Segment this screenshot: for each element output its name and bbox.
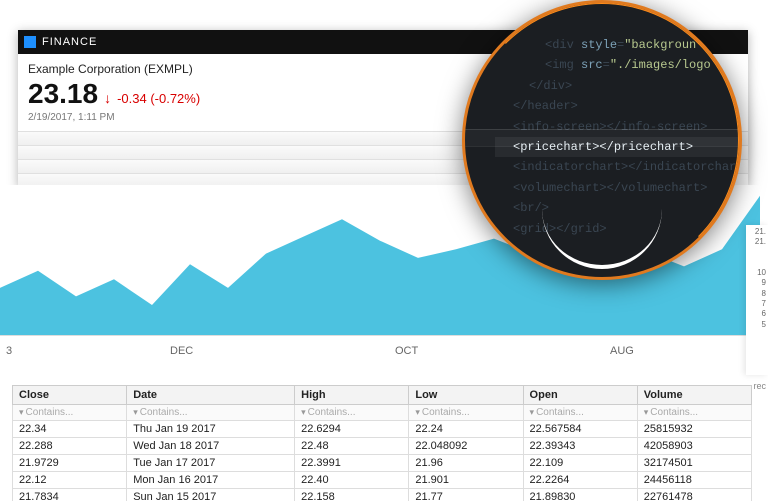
cell-volume: 25815932	[637, 421, 751, 438]
table-row[interactable]: 21.7834Sun Jan 15 201722.15821.7721.8983…	[13, 489, 752, 501]
filter-input[interactable]: ▾Contains...	[13, 405, 127, 421]
cell-volume: 42058903	[637, 438, 751, 455]
col-close[interactable]: Close	[13, 386, 127, 405]
table-row[interactable]: 22.288Wed Jan 18 201722.4822.04809222.39…	[13, 438, 752, 455]
cell-close: 22.34	[13, 421, 127, 438]
cell-close: 22.12	[13, 472, 127, 489]
cell-date: Wed Jan 18 2017	[127, 438, 295, 455]
magnifier-arc-icon	[542, 209, 662, 269]
funnel-icon: ▾	[644, 407, 649, 417]
price-arrow-down-icon: ↓	[104, 90, 111, 106]
table-row[interactable]: 21.9729Tue Jan 17 201722.399121.9622.109…	[13, 455, 752, 472]
right-axis-stub: 21. 21. 10 9 8 7 6 5 rec	[746, 225, 768, 375]
cell-low: 22.24	[409, 421, 523, 438]
price-grid[interactable]: Close Date High Low Open Volume ▾Contain…	[12, 385, 752, 501]
cell-open: 22.109	[523, 455, 637, 472]
filter-input[interactable]: ▾Contains...	[127, 405, 295, 421]
table-row[interactable]: 22.12Mon Jan 16 201722.4021.90122.226424…	[13, 472, 752, 489]
filter-input[interactable]: ▾Contains...	[295, 405, 409, 421]
funnel-icon: ▾	[415, 407, 420, 417]
cell-volume: 32174501	[637, 455, 751, 472]
x-tick: 3	[6, 345, 12, 357]
table-row[interactable]: 22.34Thu Jan 19 201722.629422.2422.56758…	[13, 421, 752, 438]
cell-open: 22.39343	[523, 438, 637, 455]
cell-close: 21.9729	[13, 455, 127, 472]
cell-low: 21.96	[409, 455, 523, 472]
code-line: <img src="./images/logo	[495, 55, 739, 75]
filter-input[interactable]: ▾Contains...	[409, 405, 523, 421]
cell-close: 21.7834	[13, 489, 127, 501]
cell-date: Sun Jan 15 2017	[127, 489, 295, 501]
cell-high: 22.3991	[295, 455, 409, 472]
cell-open: 22.2264	[523, 472, 637, 489]
col-high[interactable]: High	[295, 386, 409, 405]
x-tick: OCT	[395, 345, 418, 357]
code-magnifier: <div style="backgroun <img src="./images…	[462, 0, 742, 280]
x-tick: DEC	[170, 345, 193, 357]
funnel-icon: ▾	[19, 407, 24, 417]
app-title: FINANCE	[42, 36, 97, 48]
cell-close: 22.288	[13, 438, 127, 455]
cell-date: Mon Jan 16 2017	[127, 472, 295, 489]
funnel-icon: ▾	[530, 407, 535, 417]
grid-header-row: Close Date High Low Open Volume	[13, 386, 752, 405]
code-highlight-bar	[465, 129, 742, 147]
code-line: </header>	[495, 96, 739, 116]
col-open[interactable]: Open	[523, 386, 637, 405]
cell-high: 22.40	[295, 472, 409, 489]
cell-high: 22.6294	[295, 421, 409, 438]
code-line: <volumechart></volumechart>	[495, 178, 739, 198]
cell-open: 21.89830	[523, 489, 637, 501]
filter-input[interactable]: ▾Contains...	[523, 405, 637, 421]
price-delta: -0.34 (-0.72%)	[117, 91, 200, 106]
x-tick: AUG	[610, 345, 634, 357]
cell-date: Tue Jan 17 2017	[127, 455, 295, 472]
cell-low: 21.77	[409, 489, 523, 501]
grid-filter-row: ▾Contains... ▾Contains... ▾Contains... ▾…	[13, 405, 752, 421]
chart-x-axis: 3 DEC OCT AUG	[0, 335, 760, 365]
cell-volume: 22761478	[637, 489, 751, 501]
col-date[interactable]: Date	[127, 386, 295, 405]
cell-volume: 24456118	[637, 472, 751, 489]
col-low[interactable]: Low	[409, 386, 523, 405]
code-snippet: <div style="backgroun <img src="./images…	[465, 3, 739, 239]
cell-open: 22.567584	[523, 421, 637, 438]
funnel-icon: ▾	[133, 407, 138, 417]
code-line: <indicatorchart></indicatorchart	[495, 157, 739, 177]
cell-date: Thu Jan 19 2017	[127, 421, 295, 438]
last-price: 23.18	[28, 78, 98, 110]
col-volume[interactable]: Volume	[637, 386, 751, 405]
app-icon	[24, 36, 36, 48]
cell-high: 22.48	[295, 438, 409, 455]
code-line: </div>	[495, 76, 739, 96]
filter-input[interactable]: ▾Contains...	[637, 405, 751, 421]
funnel-icon: ▾	[301, 407, 306, 417]
cell-high: 22.158	[295, 489, 409, 501]
cell-low: 22.048092	[409, 438, 523, 455]
cell-low: 21.901	[409, 472, 523, 489]
